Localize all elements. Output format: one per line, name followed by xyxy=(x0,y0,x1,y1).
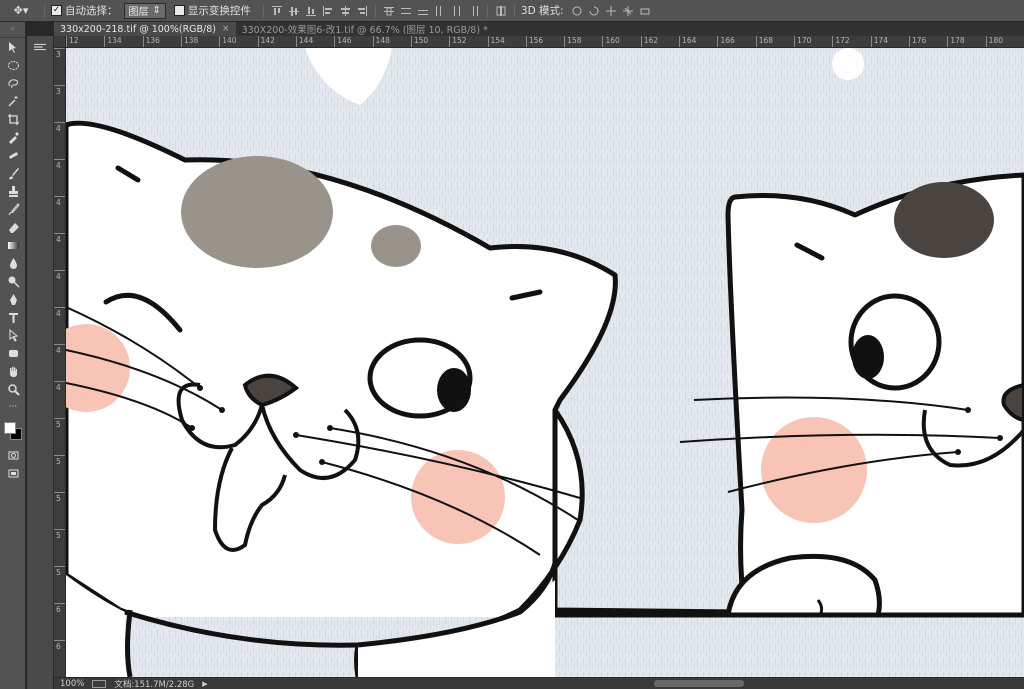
align-hcenter-icon[interactable] xyxy=(338,4,352,18)
align-vcenter-icon[interactable] xyxy=(287,4,301,18)
foreground-color-swatch[interactable] xyxy=(4,422,16,434)
healing-brush-icon[interactable] xyxy=(0,146,26,164)
grey-spot-large xyxy=(181,156,333,268)
align-bottom-icon[interactable] xyxy=(304,4,318,18)
hand-icon[interactable] xyxy=(0,362,26,380)
grey-spot-small xyxy=(371,225,421,267)
tab-label: 330x200-218.tif @ 100%(RGB/8) xyxy=(60,23,217,35)
distribute-vcenter-icon[interactable] xyxy=(399,4,413,18)
auto-select-dropdown[interactable]: 图层 ⇕ xyxy=(123,2,166,19)
mode-3d-label: 3D 模式: xyxy=(520,5,564,17)
checkbox-box[interactable] xyxy=(173,5,185,16)
history-brush-icon[interactable] xyxy=(0,200,26,218)
align-right-icon[interactable] xyxy=(355,4,369,18)
roll-3d-icon[interactable] xyxy=(587,4,601,18)
ruler-origin[interactable] xyxy=(54,36,66,48)
screen-mode-icon[interactable] xyxy=(0,464,26,482)
document-tabs: 330x200-218.tif @ 100%(RGB/8) × 330X200-… xyxy=(54,22,1024,36)
collapsed-panel-strip xyxy=(27,36,54,689)
align-buttons xyxy=(270,4,369,18)
3d-mode-buttons xyxy=(570,4,652,18)
auto-select-checkbox[interactable]: ✓ 自动选择： xyxy=(51,3,118,18)
distribute-buttons xyxy=(382,4,481,18)
eraser-icon[interactable] xyxy=(0,218,26,236)
divider xyxy=(44,3,45,18)
tool-presets-icon[interactable] xyxy=(31,40,49,54)
rotate-3d-icon[interactable] xyxy=(570,4,584,18)
chevron-updown-icon: ⇕ xyxy=(152,5,161,16)
document-tab[interactable]: 330X200-效果图6-改1.tif @ 66.7% (图层 10, RGB/… xyxy=(236,22,494,36)
tools-panel: » ··· xyxy=(0,22,26,689)
document-tab-active[interactable]: 330x200-218.tif @ 100%(RGB/8) × xyxy=(54,22,236,36)
zoom-level[interactable]: 100% xyxy=(60,679,84,689)
more-tools-icon[interactable]: ··· xyxy=(0,398,26,416)
path-select-icon[interactable] xyxy=(0,326,26,344)
vertical-ruler[interactable]: 33444444445555566 xyxy=(54,48,66,677)
show-transform-checkbox[interactable]: 显示变换控件 xyxy=(173,3,251,18)
lasso-icon[interactable] xyxy=(0,74,26,92)
white-dot-top xyxy=(832,48,864,80)
dodge-icon[interactable] xyxy=(0,272,26,290)
brush-icon[interactable] xyxy=(0,164,26,182)
panel-collapse-grip[interactable]: » xyxy=(0,22,25,38)
distribute-bottom-icon[interactable] xyxy=(416,4,430,18)
tool-preset-picker[interactable]: ✥▾ xyxy=(4,2,38,20)
pen-icon[interactable] xyxy=(0,290,26,308)
options-bar: ✥▾ ✓ 自动选择： 图层 ⇕ 显示变换控件 3D 模式: xyxy=(0,0,1024,22)
eyedropper-icon[interactable] xyxy=(0,128,26,146)
align-top-icon[interactable] xyxy=(270,4,284,18)
status-box-icon[interactable] xyxy=(92,679,107,688)
zoom-icon[interactable] xyxy=(0,380,26,398)
horizontal-ruler[interactable]: 12 134 136 138 140 142 144 146 148 150 152 154 156 15… xyxy=(66,36,1024,48)
auto-select-label: 自动选择： xyxy=(65,5,118,17)
close-icon[interactable]: × xyxy=(222,24,230,34)
marquee-icon[interactable] xyxy=(0,56,26,74)
align-left-icon[interactable] xyxy=(321,4,335,18)
horizontal-scrollbar-thumb[interactable] xyxy=(654,680,744,687)
shape-icon[interactable] xyxy=(0,344,26,362)
show-transform-label: 显示变换控件 xyxy=(187,5,251,17)
tab-label: 330X200-效果图6-改1.tif @ 66.7% (图层 10, RGB/… xyxy=(241,25,488,36)
gradient-icon[interactable] xyxy=(0,236,26,254)
status-bar: 100% 文档:151.7M/2.28G ▶ xyxy=(54,677,1024,689)
divider xyxy=(374,3,376,18)
clone-stamp-icon[interactable] xyxy=(0,182,26,200)
divider xyxy=(262,3,264,18)
scale-3d-icon[interactable] xyxy=(638,4,652,18)
move-icon[interactable] xyxy=(0,38,26,56)
photoshop-window: ✥▾ ✓ 自动选择： 图层 ⇕ 显示变换控件 3D 模式: » ··· 330x… xyxy=(0,0,1024,689)
magic-wand-icon[interactable] xyxy=(0,92,26,110)
cat-illustration xyxy=(66,48,1024,677)
document-canvas[interactable] xyxy=(66,48,1024,677)
distribute-top-icon[interactable] xyxy=(382,4,396,18)
right-cheek-blush xyxy=(411,450,505,544)
status-menu-arrow-icon[interactable]: ▶ xyxy=(202,680,207,688)
checkbox-box[interactable]: ✓ xyxy=(51,5,62,16)
move-tool-icon: ✥▾ xyxy=(13,4,29,17)
type-icon[interactable] xyxy=(0,308,26,326)
color-swatches xyxy=(0,420,26,446)
distribute-hcenter-icon[interactable] xyxy=(450,4,464,18)
auto-align-layers-icon[interactable] xyxy=(494,4,508,18)
distribute-left-icon[interactable] xyxy=(433,4,447,18)
document-size: 文档:151.7M/2.28G xyxy=(114,679,195,689)
slide-3d-icon[interactable] xyxy=(621,4,635,18)
divider xyxy=(486,3,488,18)
auto-select-value: 图层 xyxy=(128,7,149,18)
divider xyxy=(513,3,515,18)
crop-icon[interactable] xyxy=(0,110,26,128)
distribute-right-icon[interactable] xyxy=(467,4,481,18)
quick-mask-icon[interactable] xyxy=(0,446,26,464)
drag-3d-icon[interactable] xyxy=(604,4,618,18)
dark-spot xyxy=(894,182,994,258)
right-cat-blush xyxy=(761,417,867,523)
blur-icon[interactable] xyxy=(0,254,26,272)
